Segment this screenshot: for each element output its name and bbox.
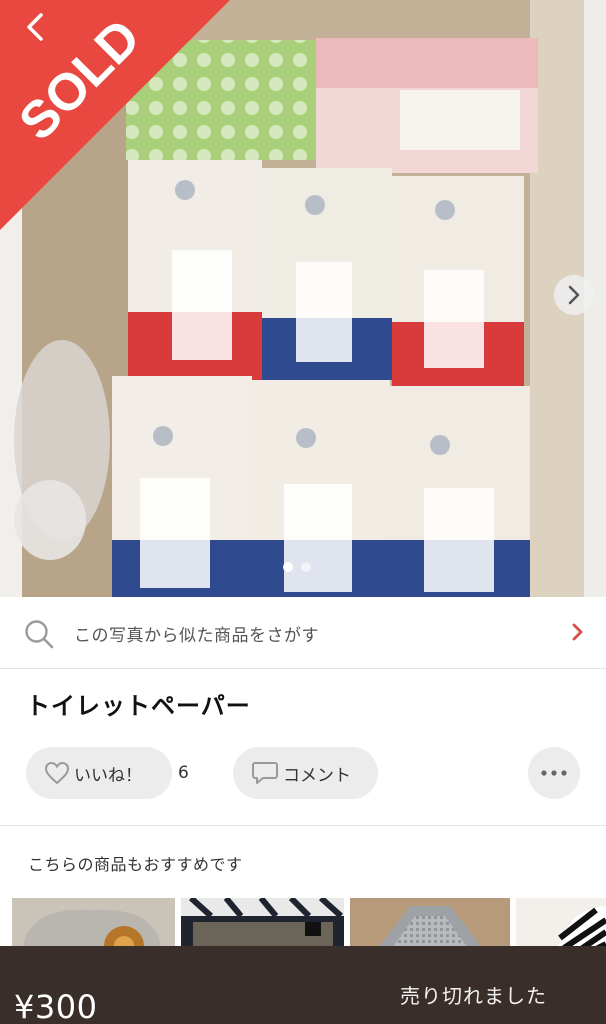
item-title: トイレットペーパー <box>26 692 251 720</box>
heart-icon <box>44 761 70 785</box>
comment-button[interactable]: コメント <box>233 747 378 799</box>
search-icon <box>25 620 54 649</box>
pager-dot[interactable] <box>283 562 293 572</box>
photo-pager <box>283 562 311 572</box>
similar-search-row[interactable]: この写真から似た商品をさがす <box>0 597 606 669</box>
next-photo-button[interactable] <box>554 275 594 315</box>
divider <box>0 825 606 826</box>
product-photo[interactable]: SOLD <box>0 0 606 597</box>
pager-dot[interactable] <box>301 562 311 572</box>
recommend-heading: こちらの商品もおすすめです <box>28 855 243 874</box>
like-count: 6 <box>178 763 189 783</box>
comment-label: コメント <box>283 765 351 786</box>
like-label: いいね！ <box>74 765 142 786</box>
chevron-right-icon <box>568 285 580 305</box>
more-icon <box>541 770 567 776</box>
back-button[interactable] <box>20 12 50 42</box>
like-button[interactable]: いいね！ <box>26 747 172 799</box>
chevron-right-icon <box>572 623 583 641</box>
more-button[interactable] <box>528 747 580 799</box>
bottom-bar: ¥300 売り切れました <box>0 946 606 1024</box>
similar-search-label: この写真から似た商品をさがす <box>74 626 319 646</box>
price: ¥300 <box>14 988 98 1024</box>
comment-icon <box>252 762 278 784</box>
chevron-left-icon <box>27 13 43 41</box>
sold-out-status: 売り切れました <box>400 984 547 1008</box>
